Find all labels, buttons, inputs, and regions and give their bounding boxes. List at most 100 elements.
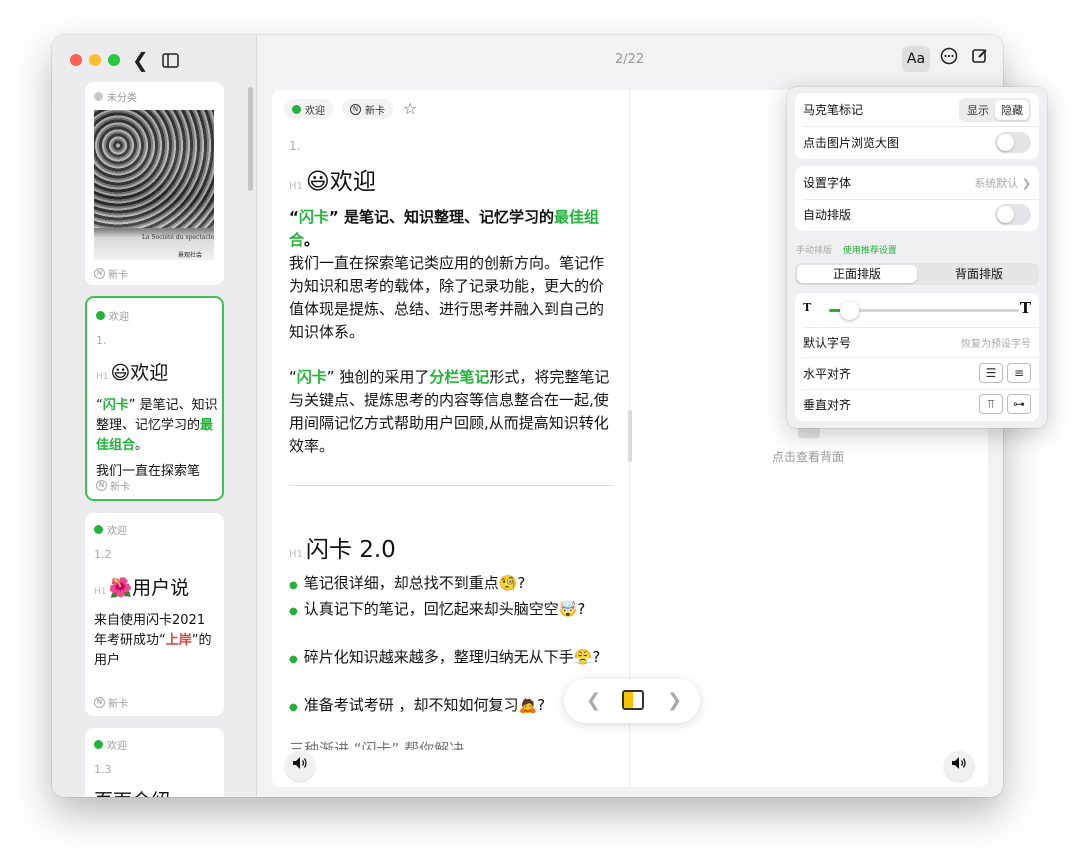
font-settings-popover: 马克笔标记 显示 隐藏 点击图片浏览大图 设置字体 系统默认 ❯ 自动排版 手动… [787,87,1047,428]
sidebar-icon[interactable] [162,51,179,71]
star-icon[interactable]: ☆ [403,99,417,119]
auto-layout-row: 自动排版 [803,202,1031,226]
ellipsis-circle-icon[interactable] [938,47,960,69]
settings-group-font: 设置字体 系统默认 ❯ 自动排版 [795,166,1039,231]
close-window-button[interactable] [70,54,82,66]
cover-caption-bottom: 景观社会 [178,252,203,259]
align-left-icon[interactable]: ☰ [979,363,1003,383]
column-resize-handle[interactable] [628,410,632,462]
font-settings-button[interactable]: Aa [902,46,930,72]
category-dot-icon [292,104,301,114]
card-excerpt-more: 我们一直在探索笔 [96,464,201,476]
card-list-item[interactable]: 欢迎 1.2 H1 🌺用户说 来自使用闪卡2021年考研成功“上岸”的用户 N 新卡 [85,513,224,716]
previous-card-button[interactable]: ❮ [586,690,601,712]
new-card-icon: N [94,697,105,708]
manual-layout-row: 手动排版 使用推荐设置 [796,243,897,256]
font-value: 系统默认 [974,176,1019,190]
card-list-item[interactable]: 欢迎 1.3 页面介绍 [85,728,224,797]
category-pill[interactable]: 欢迎 [284,99,333,119]
card-number: 1. [289,139,301,153]
card-list-item[interactable]: 未分类 La Société du spectacle 景观社会 N 新卡 [85,82,224,285]
auto-layout-label: 自动排版 [803,207,852,222]
compose-icon[interactable] [969,47,991,69]
bullet-item[interactable]: ● 碎片化知识越来越多，整理归纳无从下手😤? [289,646,614,671]
card-status-pill[interactable]: N 新卡 [342,99,393,119]
sidebar-scrollbar[interactable] [248,87,253,191]
marker-label: 马克笔标记 [803,103,864,117]
use-recommended-link[interactable]: 使用推荐设置 [843,246,897,256]
cover-caption: La Société du spectacle [142,234,215,241]
view-back-hint[interactable]: 点击查看背面 [772,448,844,465]
font-size-large-icon: T [1019,299,1031,317]
card-navigation-bar: ❮ ❯ [564,679,700,723]
card-heading: H1 🌺用户说 [94,577,190,599]
v-align-row: 垂直对齐 ⫪ ⊶ [803,392,1031,416]
card-footer: N 新卡 [94,266,128,281]
settings-group-typography: T T 默认字号 恢复为预设字号 水平对齐 ☰ ≡ 垂直对齐 ⫪ ⊶ [795,293,1039,421]
sidebar: ❮ 未分类 La Société du spectacle 景观社会 N 新卡 欢… [52,35,257,797]
card-list-item-active[interactable]: 欢迎 1. H1 😃欢迎 “闪卡” 是笔记、知识整理、记忆学习的最佳组合。 我们一… [85,296,224,501]
default-size-label: 默认字号 [803,335,852,350]
speaker-icon[interactable] [944,751,974,781]
card-cover-image: La Société du spectacle 景观社会 [94,110,214,260]
align-middle-icon[interactable]: ⊶ [1007,394,1031,414]
image-preview-label: 点击图片浏览大图 [803,135,900,150]
reset-size-button[interactable]: 恢复为预设字号 [961,335,1031,350]
split-view-icon[interactable] [622,690,644,710]
font-size-small-icon: T [803,301,812,314]
category-dot-icon [94,525,103,534]
paragraph-body[interactable]: 我们一直在探索笔记类应用的创新方向。笔记作为知识和思考的载体，除了记录功能，更大… [289,252,614,344]
font-row[interactable]: 设置字体 系统默认 ❯ [803,171,1031,194]
marker-show-option[interactable]: 显示 [961,100,995,120]
bullet-item[interactable]: ● 认真记下的笔记，回忆起来却头脑空空🤯? [289,598,614,623]
h-align-row: 水平对齐 ☰ ≡ [803,361,1031,385]
next-card-button[interactable]: ❯ [667,690,682,712]
paragraph-feature[interactable]: “闪卡” 独创的采用了分栏笔记形式，将完整笔记与关键点、提炼思考的内容等信息整合… [289,366,614,458]
card-tag: 未分类 [94,89,137,104]
font-label: 设置字体 [803,176,852,190]
chevron-right-icon: ❯ [1021,176,1031,190]
card-footer: N 新卡 [94,695,128,710]
cut-off-line: 三种渐进 “闪卡” 帮你解决 [289,740,465,750]
speaker-icon[interactable] [285,751,315,781]
image-preview-row: 点击图片浏览大图 [803,130,1031,154]
card-excerpt: 来自使用闪卡2021年考研成功“上岸”的用户 [94,613,212,668]
card-title: H1 😃欢迎 [289,169,376,195]
chevron-left-icon[interactable]: ❮ [132,50,149,70]
align-top-icon[interactable]: ⫪ [979,394,1003,414]
new-card-icon: N [96,480,107,491]
auto-layout-toggle[interactable] [995,203,1031,225]
card-number: 1.2 [94,548,112,561]
card-number: 1. [96,334,107,347]
marker-row: 马克笔标记 显示 隐藏 [803,97,1031,122]
card-heading: 页面介绍 [94,786,170,797]
h-align-label: 水平对齐 [803,366,852,381]
back-layout-tab[interactable]: 背面排版 [919,263,1039,285]
card-tag: 欢迎 [94,522,127,537]
font-size-slider-knob[interactable] [840,301,859,320]
card-footer: N 新卡 [96,478,130,493]
paragraph-intro[interactable]: “闪卡” 是笔记、知识整理、记忆学习的最佳组合。 [289,206,614,252]
card-heading: H1 😃欢迎 [96,362,169,384]
v-align-label: 垂直对齐 [803,397,852,412]
category-dot-icon [96,311,105,320]
marker-hide-option[interactable]: 隐藏 [995,99,1029,120]
layout-side-segment: 正面排版 背面排版 [795,263,1039,285]
front-layout-tab[interactable]: 正面排版 [797,265,917,283]
card-tag: 欢迎 [94,737,127,752]
minimize-window-button[interactable] [89,54,101,66]
font-size-slider[interactable] [829,301,1019,320]
card-tag: 欢迎 [96,308,129,323]
card-number: 1.3 [94,763,112,776]
image-preview-toggle[interactable] [995,131,1031,153]
bullet-item[interactable]: ● 笔记很详细，却总找不到重点🧐? [289,572,614,597]
settings-group-display: 马克笔标记 显示 隐藏 点击图片浏览大图 [795,93,1039,159]
page-indicator: 2/22 [615,52,645,67]
category-dot-icon [94,740,103,749]
zoom-window-button[interactable] [108,54,120,66]
new-card-icon: N [94,268,105,279]
marker-toggle-segment: 显示 隐藏 [959,97,1031,122]
align-justify-icon[interactable]: ≡ [1007,363,1031,383]
horizontal-rule [289,485,614,486]
card-excerpt: “闪卡” 是笔记、知识整理、记忆学习的最佳组合。 [96,398,218,453]
